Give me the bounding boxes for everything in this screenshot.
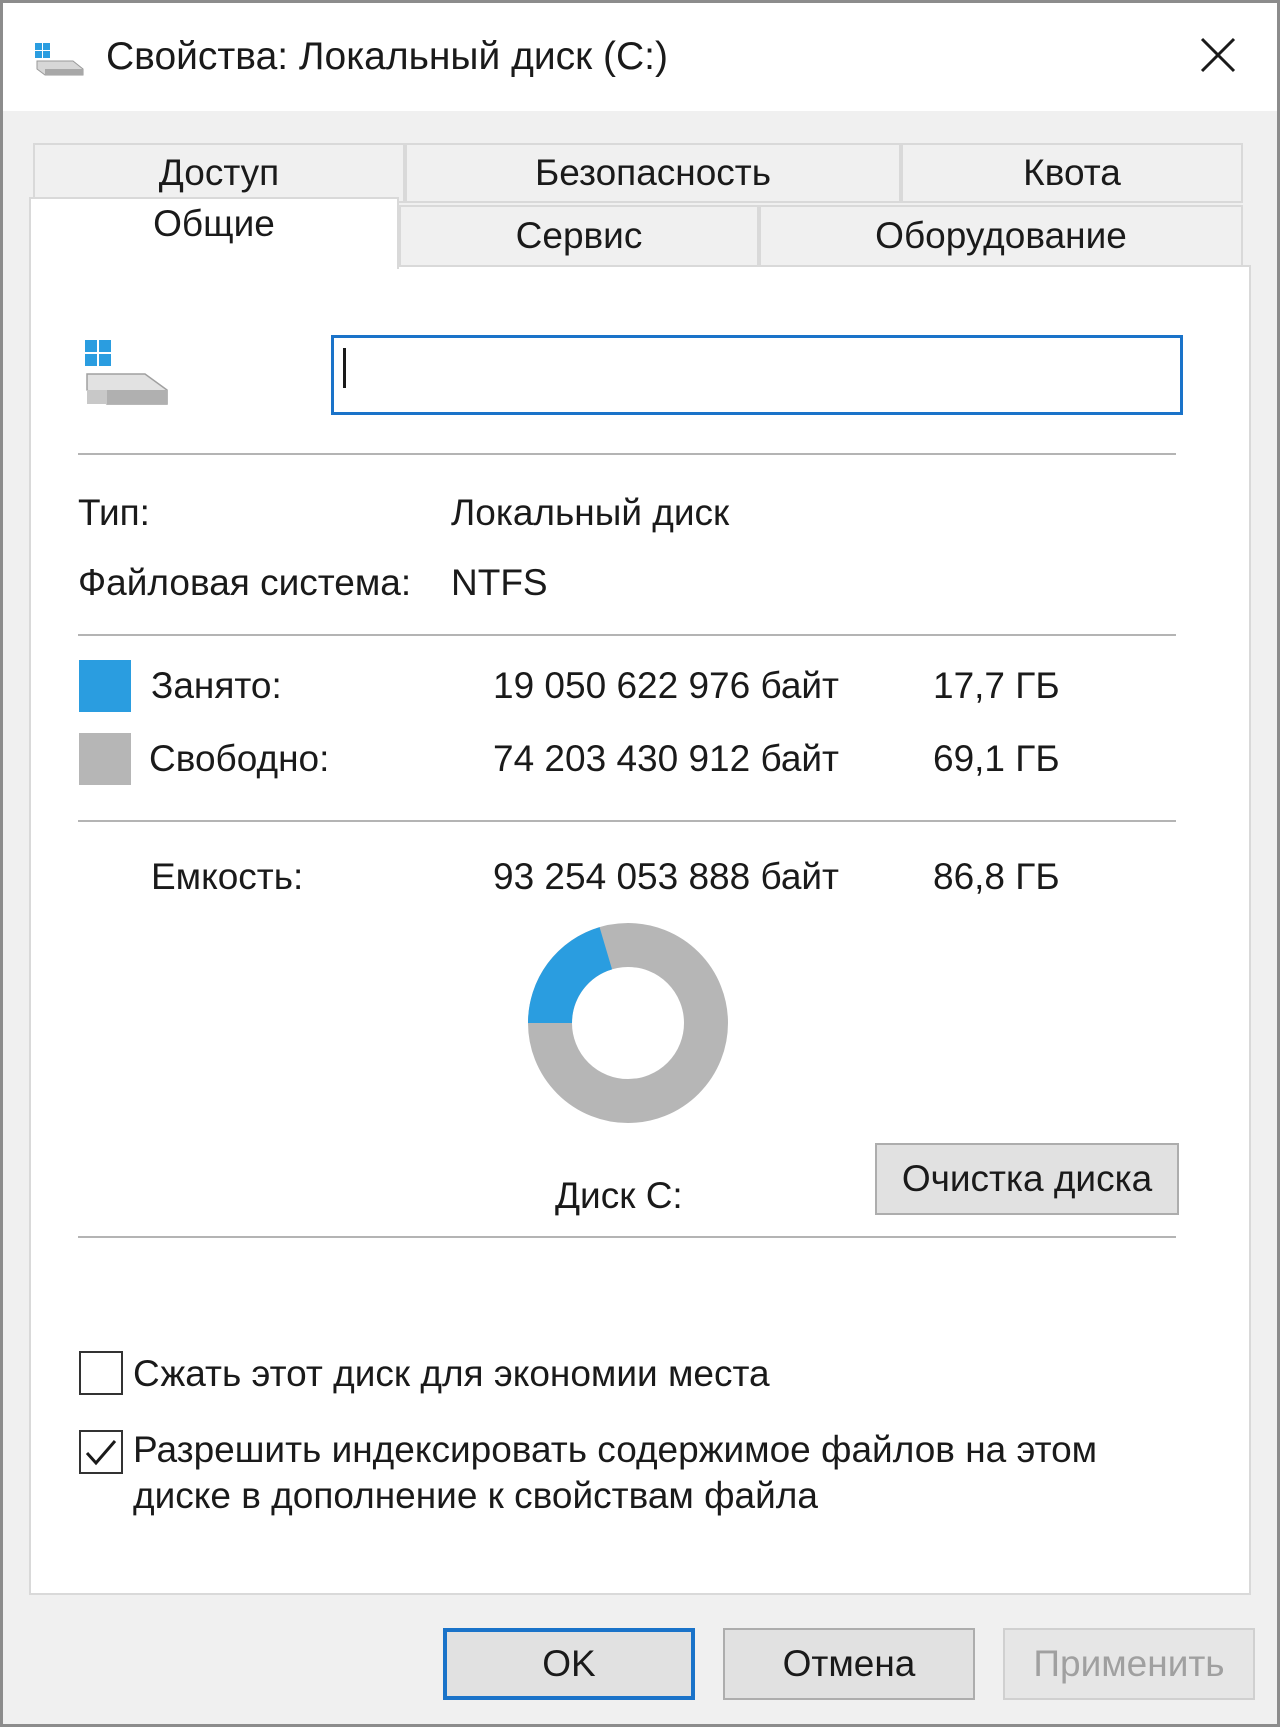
cancel-button[interactable]: Отмена — [723, 1628, 975, 1700]
tab-label: Сервис — [515, 215, 643, 256]
divider — [78, 1236, 1176, 1238]
drive-icon — [85, 340, 168, 405]
apply-button[interactable]: Применить — [1003, 1628, 1255, 1700]
divider — [78, 634, 1176, 636]
divider — [78, 453, 1176, 455]
free-space-swatch — [79, 733, 131, 785]
tab-label: Оборудование — [875, 215, 1127, 256]
drive-name-input[interactable] — [331, 335, 1183, 415]
used-bytes: 19 050 622 976 байт — [493, 665, 840, 706]
used-space-swatch — [79, 660, 131, 712]
capacity-size: 86,8 ГБ — [933, 856, 1060, 897]
used-size: 17,7 ГБ — [933, 665, 1060, 706]
free-label: Свободно: — [149, 738, 330, 779]
tab-label: Безопасность — [534, 152, 772, 193]
disk-label: Диск C: — [555, 1175, 683, 1216]
close-icon — [1200, 37, 1236, 73]
tab-quota[interactable]: Квота — [901, 143, 1243, 203]
filesystem-value: NTFS — [451, 562, 548, 603]
disk-cleanup-button[interactable]: Очистка диска — [875, 1143, 1179, 1215]
tab-access[interactable]: Доступ — [33, 143, 405, 203]
type-value: Локальный диск — [451, 492, 730, 533]
close-button[interactable] — [1183, 23, 1253, 87]
capacity-bytes: 93 254 053 888 байт — [493, 856, 840, 897]
drive-icon — [35, 43, 84, 76]
index-label-line2: диске в дополнение к свойствам файла — [133, 1475, 818, 1516]
properties-dialog: Свойства: Локальный диск (C:) Доступ Без… — [0, 0, 1280, 1727]
capacity-label: Емкость: — [151, 856, 304, 897]
text-caret — [343, 348, 346, 388]
tab-label: Общие — [153, 203, 275, 244]
filesystem-label: Файловая система: — [78, 562, 412, 603]
tab-label: Доступ — [158, 152, 280, 193]
ok-button[interactable]: OK — [443, 1628, 695, 1700]
tab-hardware[interactable]: Оборудование — [759, 205, 1243, 267]
compress-checkbox[interactable] — [79, 1351, 123, 1395]
free-bytes: 74 203 430 912 байт — [493, 738, 840, 779]
type-label: Тип: — [78, 492, 150, 533]
used-label: Занято: — [151, 665, 282, 706]
free-size: 69,1 ГБ — [933, 738, 1060, 779]
compress-label: Сжать этот диск для экономии места — [133, 1353, 770, 1394]
checkmark-icon — [85, 1440, 117, 1466]
index-checkbox[interactable] — [79, 1430, 123, 1474]
window-title: Свойства: Локальный диск (C:) — [106, 35, 668, 78]
disk-usage-chart — [528, 923, 728, 1123]
tab-security[interactable]: Безопасность — [405, 143, 901, 203]
divider — [78, 820, 1176, 822]
tab-general[interactable]: Общие — [29, 197, 399, 269]
tab-tools[interactable]: Сервис — [399, 205, 759, 267]
tab-label: Квота — [1023, 152, 1121, 193]
index-label-line1: Разрешить индексировать содержимое файло… — [133, 1429, 1098, 1470]
title-bar: Свойства: Локальный диск (C:) — [3, 3, 1277, 111]
